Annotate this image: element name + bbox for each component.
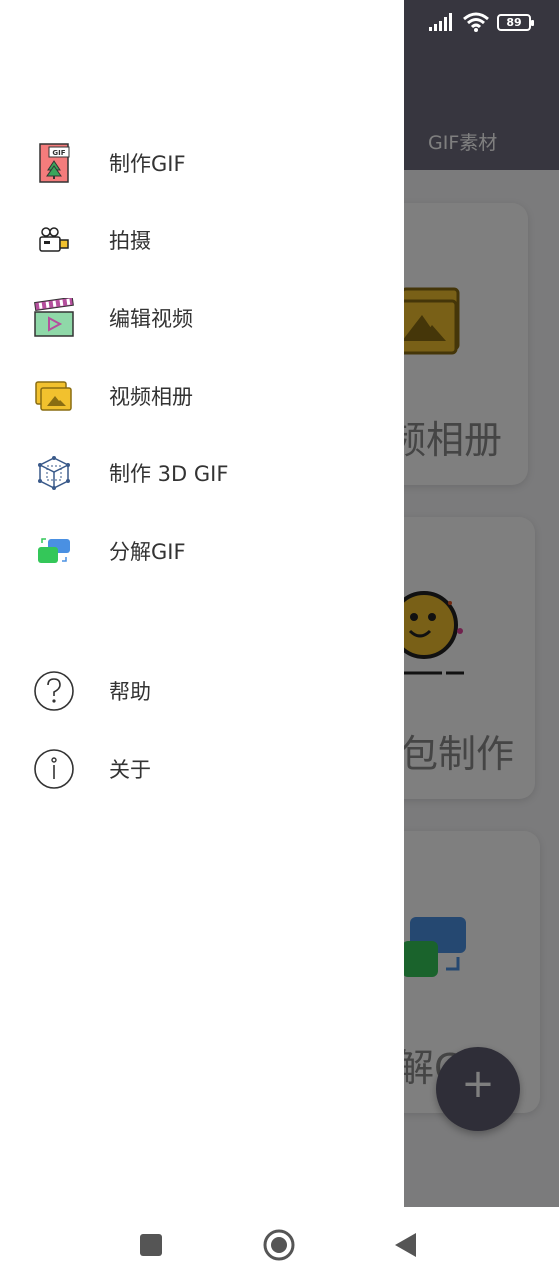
signal-icon (429, 13, 452, 31)
navigation-drawer: GIF 制作GIF 拍摄 编辑视频 视频相册 制作 3D GIF 分解GIF 帮… (0, 0, 404, 1207)
drawer-item-label: 关于 (109, 758, 151, 782)
drawer-item-shoot[interactable]: 拍摄 (0, 205, 404, 275)
battery-icon: 89 (497, 13, 534, 31)
clapperboard-icon (30, 298, 78, 338)
help-icon (30, 671, 78, 711)
circle-icon (263, 1229, 295, 1261)
drawer-item-label: 拍摄 (109, 229, 151, 253)
system-nav-bar (0, 1207, 559, 1280)
back-triangle-icon (395, 1233, 416, 1257)
drawer-item-split-gif[interactable]: 分解GIF (0, 516, 404, 586)
drawer-item-label: 帮助 (109, 680, 151, 704)
drawer-item-label: 编辑视频 (109, 307, 193, 331)
split-gif-icon (30, 531, 78, 571)
square-icon (140, 1234, 162, 1256)
drawer-item-video-album[interactable]: 视频相册 (0, 361, 404, 431)
svg-text:GIF: GIF (52, 149, 65, 157)
gif-file-icon: GIF (30, 143, 78, 183)
video-camera-icon (30, 220, 78, 260)
drawer-item-edit-video[interactable]: 编辑视频 (0, 283, 404, 353)
drawer-item-make-gif[interactable]: GIF 制作GIF (0, 128, 404, 198)
photo-album-icon (30, 376, 78, 416)
drawer-item-label: 制作GIF (109, 152, 186, 176)
back-button[interactable] (386, 1225, 426, 1265)
cube-3d-icon (30, 453, 78, 493)
recents-button[interactable] (131, 1225, 171, 1265)
drawer-item-about[interactable]: 关于 (0, 734, 404, 804)
home-button[interactable] (259, 1225, 299, 1265)
drawer-item-label: 制作 3D GIF (109, 462, 229, 486)
info-icon (30, 749, 78, 789)
drawer-item-label: 分解GIF (109, 540, 186, 564)
wifi-icon (463, 12, 489, 32)
status-bar: 89 (429, 10, 534, 34)
drawer-item-make-3d-gif[interactable]: 制作 3D GIF (0, 438, 404, 508)
drawer-item-label: 视频相册 (109, 385, 193, 409)
drawer-item-help[interactable]: 帮助 (0, 656, 404, 726)
